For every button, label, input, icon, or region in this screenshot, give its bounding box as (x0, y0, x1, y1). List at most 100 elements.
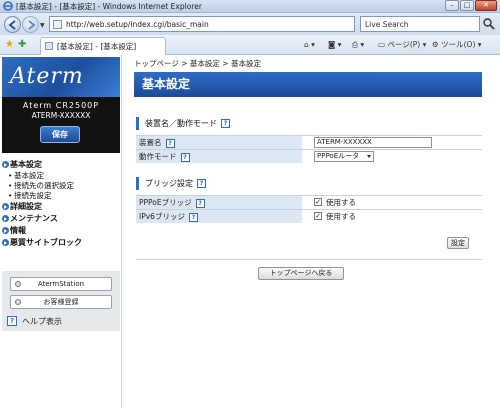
main-panel: トップページ > 基本設定 > 基本設定 基本設定 装置名／動作モード? 装置名… (122, 55, 490, 408)
table-row: IPv6ブリッジ? ✓ 使用する (136, 209, 482, 223)
aterm-logo: Aterm (2, 57, 120, 97)
address-url[interactable]: http://web.setup/index.cgi/basic_main (66, 19, 209, 30)
mode-cell: PPPoEルータ (302, 150, 482, 163)
set-button[interactable]: 設定 (447, 237, 469, 249)
label-text: 装置名 (139, 138, 162, 147)
device-name-input[interactable]: ATERM-XXXXXX (314, 137, 432, 148)
back-arrow-icon (8, 20, 16, 30)
history-dropdown-icon[interactable]: ▼ (40, 22, 45, 29)
page-title: 基本設定 (134, 72, 482, 97)
ipv6-bridge-label: IPv6ブリッジ? (136, 210, 302, 223)
menu-malicious-site-block[interactable]: 悪質サイトブロック (2, 237, 120, 249)
pppoe-bridge-label: PPPoEブリッジ? (136, 196, 302, 209)
submenu-connection-settings[interactable]: 接続先設定 (2, 191, 120, 201)
menu-maintenance[interactable]: メンテナンス (2, 213, 120, 225)
model-panel: Aterm CR2500P ATERM-XXXXXX 保存 (2, 97, 120, 153)
submenu-basic-settings[interactable]: 基本設定 (2, 171, 120, 181)
tab-label: [基本設定] - [基本設定] (57, 42, 137, 51)
search-placeholder: Live Search (365, 20, 409, 29)
customer-registration-label: お客様登録 (43, 298, 79, 306)
pppoe-bridge-checkbox[interactable]: ✓ (314, 198, 322, 206)
device-name: ATERM-XXXXXX (31, 111, 91, 120)
menu-basic-settings[interactable]: 基本設定 (2, 159, 120, 171)
table-row: 動作モード? PPPoEルータ (136, 149, 482, 163)
label-text: IPv6ブリッジ (139, 212, 185, 221)
ie-logo-icon (3, 1, 13, 11)
favorites-star-icon[interactable]: ★ (5, 39, 14, 51)
tab-basic-settings[interactable]: [基本設定] - [基本設定] (40, 37, 166, 55)
page-content: Aterm Aterm CR2500P ATERM-XXXXXX 保存 基本設定… (0, 55, 500, 408)
device-name-label: 装置名? (136, 136, 302, 149)
ipv6-bridge-checkbox[interactable]: ✓ (314, 212, 322, 220)
breadcrumb[interactable]: トップページ > 基本設定 > 基本設定 (134, 58, 261, 69)
forward-arrow-icon (28, 20, 36, 30)
section-bridge-heading: ブリッジ設定? (136, 177, 206, 190)
command-bar: ★ ✚ [基本設定] - [基本設定] ⌂ ▾ ◙ ▾ ⎙ ▾ ▭ ページ(P)… (0, 35, 500, 55)
section-heading-text: 装置名／動作モード (145, 119, 217, 128)
aterm-station-button[interactable]: AtermStation (10, 277, 112, 291)
menu-label: 詳細設定 (10, 202, 42, 211)
window-title: [基本設定] - [基本設定] - Windows Internet Explo… (16, 2, 202, 11)
menu-label: メンテナンス (10, 214, 58, 223)
mode-select-value: PPPoEルータ (317, 152, 360, 160)
section-heading-text: ブリッジ設定 (145, 179, 193, 188)
label-text: PPPoEブリッジ (139, 198, 192, 207)
page-menu[interactable]: ▭ ページ(P) ▾ (378, 39, 426, 50)
mode-select[interactable]: PPPoEルータ (314, 151, 374, 162)
checkbox-label: 使用する (326, 198, 356, 207)
window-controls: – □ ✕ (444, 0, 497, 11)
tools-menu-label: ツール(O) (441, 40, 476, 49)
device-name-cell: ATERM-XXXXXX (302, 136, 482, 149)
tab-page-icon (45, 42, 53, 50)
add-favorites-icon[interactable]: ✚ (18, 39, 26, 51)
arrow-bullet-icon (2, 203, 9, 210)
print-icon[interactable]: ⎙ ▾ (352, 39, 364, 50)
side-menu: 基本設定 基本設定 接続先の選択設定 接続先設定 詳細設定 メンテナンス 情報 … (2, 159, 120, 249)
circle-icon (15, 299, 21, 305)
back-button[interactable] (4, 16, 21, 33)
arrow-bullet-icon (2, 227, 9, 234)
help-icon: ? (7, 316, 17, 326)
label-text: 動作モード (139, 152, 177, 161)
section-device-mode-heading: 装置名／動作モード? (136, 117, 230, 130)
help-icon[interactable]: ? (165, 138, 175, 148)
navigation-bar: ▼ http://web.setup/index.cgi/basic_main … (0, 13, 500, 35)
chevron-down-icon (367, 155, 371, 158)
arrow-bullet-icon (2, 239, 9, 246)
save-button[interactable]: 保存 (40, 126, 80, 143)
forward-button[interactable] (22, 16, 39, 33)
feeds-icon[interactable]: ◙ ▾ (328, 39, 341, 50)
device-mode-table: 装置名? ATERM-XXXXXX 動作モード? PPPoEルータ (136, 135, 482, 163)
customer-registration-button[interactable]: お客様登録 (10, 295, 112, 309)
minimize-button[interactable]: – (445, 0, 459, 11)
search-icon[interactable] (482, 17, 496, 31)
menu-advanced-settings[interactable]: 詳細設定 (2, 201, 120, 213)
mode-label: 動作モード? (136, 150, 302, 163)
help-icon[interactable]: ? (195, 198, 205, 208)
logo-text: Aterm (10, 64, 84, 89)
address-bar[interactable]: http://web.setup/index.cgi/basic_main ↻ … (49, 16, 392, 32)
sidebar: Aterm Aterm CR2500P ATERM-XXXXXX 保存 基本設定… (0, 55, 122, 408)
divider (136, 259, 482, 260)
table-row: PPPoEブリッジ? ✓ 使用する (136, 195, 482, 209)
help-link[interactable]: ? ヘルプ表示 (2, 313, 120, 331)
menu-info[interactable]: 情報 (2, 225, 120, 237)
page-menu-label: ページ(P) (387, 40, 421, 49)
model-name: Aterm CR2500P (22, 101, 100, 110)
help-icon[interactable]: ? (197, 179, 206, 188)
close-button[interactable]: ✕ (475, 0, 497, 11)
home-icon[interactable]: ⌂ ▾ (304, 39, 315, 50)
help-icon[interactable]: ? (180, 152, 190, 162)
maximize-button[interactable]: □ (460, 0, 474, 11)
help-icon[interactable]: ? (188, 212, 198, 222)
window-titlebar: [基本設定] - [基本設定] - Windows Internet Explo… (0, 0, 500, 13)
back-to-top-button[interactable]: トップページへ戻る (258, 267, 344, 280)
arrow-bullet-icon (2, 215, 9, 222)
help-icon[interactable]: ? (221, 119, 230, 128)
submenu-connection-select[interactable]: 接続先の選択設定 (2, 181, 120, 191)
help-label: ヘルプ表示 (22, 317, 62, 326)
search-box[interactable]: Live Search (360, 16, 480, 32)
tools-menu[interactable]: ⚙ ツール(O) ▾ (432, 39, 482, 50)
ipv6-bridge-cell: ✓ 使用する (302, 210, 482, 223)
bridge-table: PPPoEブリッジ? ✓ 使用する IPv6ブリッジ? ✓ 使用する (136, 195, 482, 223)
